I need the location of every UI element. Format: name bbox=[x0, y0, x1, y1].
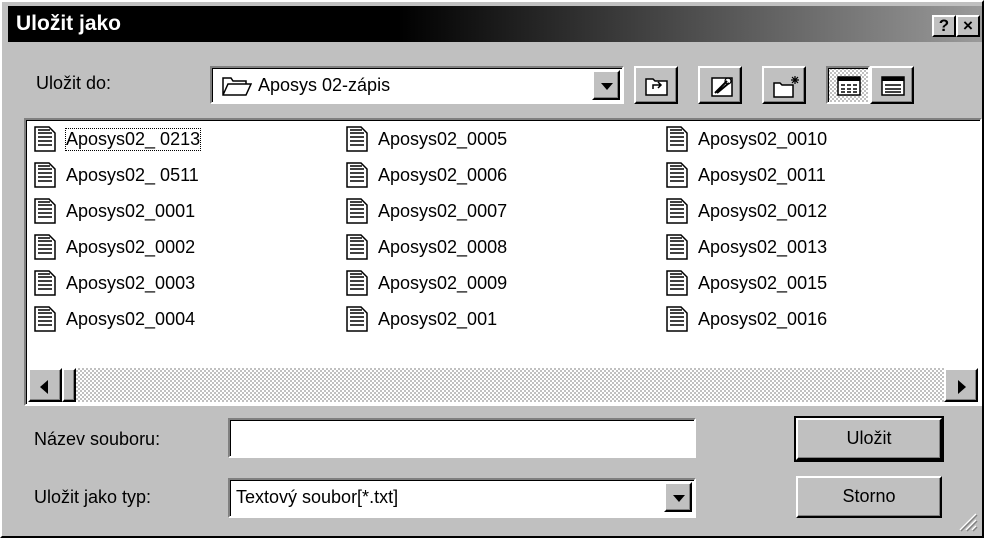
file-item[interactable]: Aposys02_ 0511 bbox=[34, 160, 199, 190]
filetype-label: Uložit jako typ: bbox=[34, 487, 152, 507]
cancel-button[interactable]: Storno bbox=[796, 476, 942, 518]
scroll-left-button[interactable] bbox=[28, 368, 62, 402]
file-name: Aposys02_0007 bbox=[378, 200, 508, 221]
new-folder-icon bbox=[773, 76, 799, 98]
save-in-label: Uložit do: bbox=[36, 73, 112, 93]
title-bar[interactable]: Uložit jako ? × bbox=[8, 6, 982, 42]
filetype-dropdown-button[interactable] bbox=[664, 482, 692, 512]
filetype-dropdown[interactable]: Textový soubor[*.txt] bbox=[228, 478, 696, 518]
file-item[interactable]: Aposys02_0011 bbox=[666, 160, 826, 190]
text-file-icon bbox=[346, 126, 368, 152]
folder-up-icon bbox=[645, 78, 668, 96]
file-name: Aposys02_0009 bbox=[378, 272, 508, 293]
file-name: Aposys02_0016 bbox=[698, 308, 828, 329]
file-name: Aposys02_0003 bbox=[66, 272, 196, 293]
filetype-value: Textový soubor[*.txt] bbox=[236, 487, 399, 507]
file-name: Aposys02_0006 bbox=[378, 164, 508, 185]
desktop-icon bbox=[711, 77, 733, 97]
help-icon: ? bbox=[938, 16, 950, 35]
scroll-right-button[interactable] bbox=[944, 368, 978, 402]
file-name: Aposys02_ 0511 bbox=[66, 164, 199, 185]
save-in-dropdown[interactable]: Aposys 02-zápis bbox=[210, 66, 624, 104]
details-view-icon bbox=[881, 76, 905, 96]
file-item[interactable]: Aposys02_0003 bbox=[34, 268, 195, 298]
save-as-dialog: Uložit jako ? × Uložit do: Aposys 02-záp… bbox=[0, 0, 984, 538]
text-file-icon bbox=[346, 270, 368, 296]
up-one-level-button[interactable] bbox=[634, 66, 678, 104]
file-name: Aposys02_0004 bbox=[66, 308, 196, 329]
window-title: Uložit jako bbox=[16, 12, 122, 35]
file-item[interactable]: Aposys02_0006 bbox=[346, 160, 507, 190]
filename-label: Název souboru: bbox=[34, 429, 161, 449]
text-file-icon bbox=[666, 270, 688, 296]
new-folder-button[interactable] bbox=[762, 66, 806, 104]
file-item[interactable]: Aposys02_0010 bbox=[666, 124, 827, 154]
file-name: Aposys02_0008 bbox=[378, 236, 508, 257]
file-name: Aposys02_001 bbox=[378, 308, 498, 329]
filename-input[interactable] bbox=[228, 418, 696, 458]
file-name: Aposys02_0013 bbox=[698, 236, 828, 257]
file-item[interactable]: Aposys02_0013 bbox=[666, 232, 827, 262]
file-item[interactable]: Aposys02_0008 bbox=[346, 232, 507, 262]
text-file-icon bbox=[666, 126, 688, 152]
text-file-icon bbox=[34, 126, 56, 152]
file-item[interactable]: Aposys02_0016 bbox=[666, 304, 827, 334]
save-in-dropdown-button[interactable] bbox=[592, 70, 620, 100]
file-item[interactable]: Aposys02_0005 bbox=[346, 124, 507, 154]
text-file-icon bbox=[346, 162, 368, 188]
text-file-icon bbox=[666, 198, 688, 224]
text-file-icon bbox=[34, 306, 56, 332]
file-name: Aposys02_0002 bbox=[66, 236, 196, 257]
help-button[interactable]: ? bbox=[932, 15, 956, 37]
file-item[interactable]: Aposys02_0012 bbox=[666, 196, 827, 226]
list-view-button[interactable] bbox=[826, 66, 870, 104]
chevron-down-icon bbox=[673, 495, 685, 502]
file-item[interactable]: Aposys02_0009 bbox=[346, 268, 507, 298]
text-file-icon bbox=[346, 306, 368, 332]
file-item[interactable]: Aposys02_001 bbox=[346, 304, 497, 334]
text-file-icon bbox=[346, 234, 368, 260]
text-file-icon bbox=[666, 306, 688, 332]
file-name: Aposys02_0005 bbox=[378, 128, 508, 149]
list-view-icon bbox=[837, 76, 861, 96]
file-item[interactable]: Aposys02_ 0213 bbox=[34, 124, 202, 154]
file-name: Aposys02_0012 bbox=[698, 200, 828, 221]
text-file-icon bbox=[666, 234, 688, 260]
file-item[interactable]: Aposys02_0015 bbox=[666, 268, 827, 298]
file-name: Aposys02_0010 bbox=[698, 128, 828, 149]
file-name: Aposys02_0011 bbox=[698, 164, 826, 185]
file-list[interactable]: Aposys02_ 0213 Aposys02_ 0511 Aposys02_000… bbox=[24, 118, 982, 406]
file-item[interactable]: Aposys02_0004 bbox=[34, 304, 195, 334]
arrow-left-icon bbox=[40, 380, 48, 394]
chevron-down-icon bbox=[601, 83, 613, 90]
resize-grip-icon[interactable] bbox=[956, 510, 978, 532]
file-item[interactable]: Aposys02_0002 bbox=[34, 232, 195, 262]
file-name: Aposys02_0015 bbox=[698, 272, 828, 293]
scroll-thumb[interactable] bbox=[62, 368, 76, 402]
save-in-value: Aposys 02-zápis bbox=[258, 75, 391, 95]
text-file-icon bbox=[666, 162, 688, 188]
text-file-icon bbox=[34, 270, 56, 296]
file-name: Aposys02_0001 bbox=[66, 200, 196, 221]
file-name: Aposys02_ 0213 bbox=[64, 127, 202, 151]
save-button[interactable]: Uložit bbox=[794, 416, 944, 462]
arrow-right-icon bbox=[958, 380, 966, 394]
file-item[interactable]: Aposys02_0001 bbox=[34, 196, 195, 226]
close-button[interactable]: × bbox=[956, 15, 980, 37]
file-item[interactable]: Aposys02_0007 bbox=[346, 196, 507, 226]
text-file-icon bbox=[34, 198, 56, 224]
close-icon: × bbox=[963, 16, 973, 35]
horizontal-scrollbar[interactable] bbox=[28, 368, 978, 402]
text-file-icon bbox=[346, 198, 368, 224]
folder-icon bbox=[222, 77, 252, 96]
text-file-icon bbox=[34, 234, 56, 260]
text-file-icon bbox=[34, 162, 56, 188]
desktop-button[interactable] bbox=[698, 66, 742, 104]
details-view-button[interactable] bbox=[870, 66, 914, 104]
